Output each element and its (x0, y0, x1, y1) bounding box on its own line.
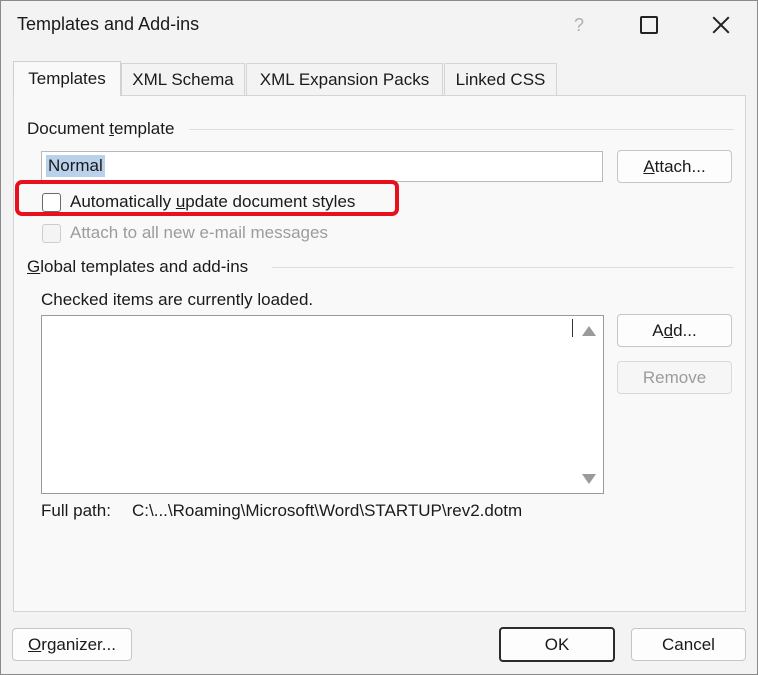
document-template-input[interactable]: Normal (41, 151, 603, 182)
organizer-button[interactable]: Organizer... (12, 628, 132, 661)
tab-xml-expansion-packs[interactable]: XML Expansion Packs (246, 63, 443, 95)
text-caret (572, 319, 573, 337)
add-button[interactable]: Add... (617, 314, 732, 347)
scroll-up-arrow-icon[interactable] (582, 326, 596, 336)
title-bar: Templates and Add-ins ? (1, 1, 757, 49)
attach-button[interactable]: Attach... (617, 150, 732, 183)
group-divider (189, 129, 734, 130)
close-icon (712, 16, 730, 34)
attach-email-label: Attach to all new e-mail messages (70, 223, 328, 242)
templates-addins-dialog: Templates and Add-ins ? Templates XML Sc… (0, 0, 758, 675)
templates-panel: Document template Normal Attach... Autom… (13, 95, 746, 612)
cancel-button[interactable]: Cancel (631, 628, 746, 661)
full-path-value: C:\...\Roaming\Microsoft\Word\STARTUP\re… (132, 501, 523, 520)
tab-linked-css[interactable]: Linked CSS (444, 63, 557, 95)
loaded-items-hint: Checked items are currently loaded. (41, 290, 314, 309)
document-template-group-label: Document template (27, 119, 183, 139)
full-path-label: Full path: (41, 501, 111, 520)
help-icon: ? (573, 14, 584, 35)
tab-xml-schema[interactable]: XML Schema (121, 63, 245, 95)
global-templates-list[interactable] (41, 315, 604, 494)
document-template-value: Normal (46, 155, 105, 177)
close-button[interactable] (691, 1, 751, 49)
global-templates-group-label: Global templates and add-ins (27, 257, 257, 277)
list-scrollbar[interactable] (575, 316, 603, 493)
attach-email-checkbox (42, 223, 61, 243)
help-button[interactable]: ? (549, 1, 609, 49)
maximize-button[interactable] (619, 1, 679, 49)
remove-button: Remove (617, 361, 732, 394)
scroll-down-arrow-icon[interactable] (582, 474, 596, 484)
tab-templates[interactable]: Templates (13, 61, 121, 96)
attach-email-option: Attach to all new e-mail messages (42, 223, 328, 243)
group-divider (272, 267, 734, 268)
maximize-icon (640, 16, 658, 34)
ok-button[interactable]: OK (499, 627, 615, 662)
highlight-annotation (15, 180, 399, 216)
window-title: Templates and Add-ins (17, 14, 200, 34)
